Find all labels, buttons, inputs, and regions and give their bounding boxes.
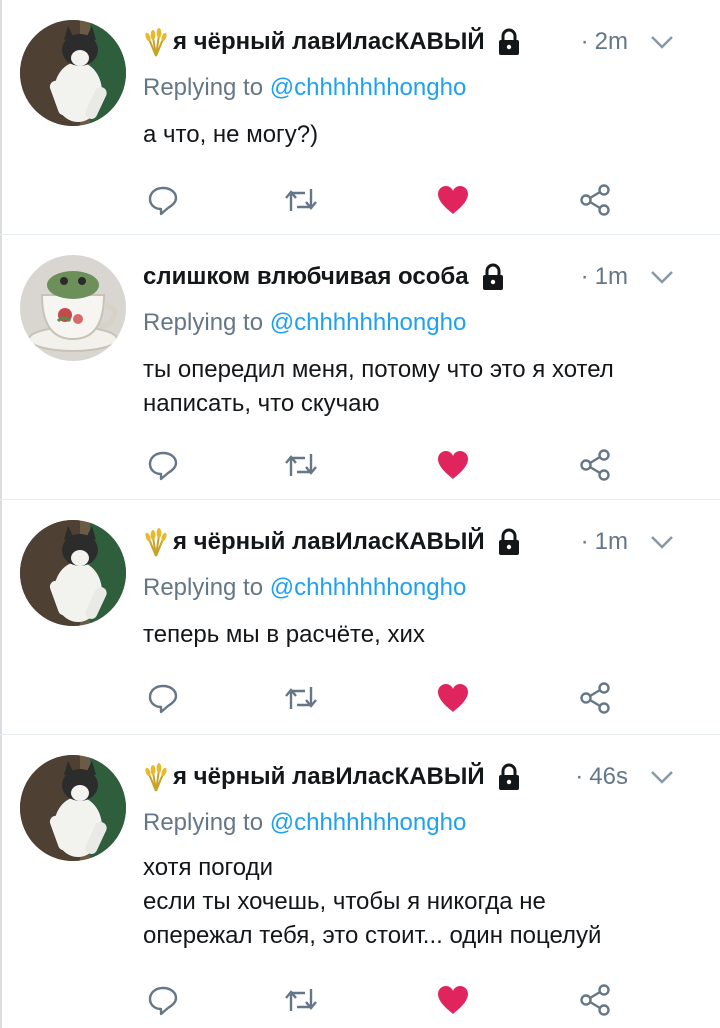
tweet-text-line: а что, не могу?) xyxy=(143,121,319,148)
replying-to-label: Replying to xyxy=(143,309,264,336)
tweet-text: хотя погоди если ты хочешь, чтобы я нико… xyxy=(143,851,690,953)
chevron-down-icon[interactable] xyxy=(648,767,676,787)
tweet-text-line: теперь мы в расчёте, хих xyxy=(143,621,425,648)
replying-to: Replying to @chhhhhhhongho xyxy=(143,574,466,602)
tweet-header: я чёрный лавИласКАВЫЙ · 1m xyxy=(143,522,704,562)
reply-handle-link[interactable]: @chhhhhhhongho xyxy=(270,809,467,836)
reply-icon xyxy=(148,186,178,216)
reply-button[interactable] xyxy=(143,678,183,718)
retweet-icon xyxy=(285,687,317,709)
share-icon xyxy=(580,184,610,216)
tweet-text-line: написать, что скучаю xyxy=(143,390,380,417)
replying-to-label: Replying to xyxy=(143,574,264,601)
lock-icon xyxy=(495,763,523,791)
lock-icon xyxy=(479,263,507,291)
retweet-icon xyxy=(285,454,317,476)
replying-to-label: Replying to xyxy=(143,809,264,836)
timestamp[interactable]: · 2m xyxy=(581,28,628,56)
tweet-text-line: хотя погоди xyxy=(143,854,274,881)
tweet-3[interactable]: я чёрный лавИласКАВЫЙ · 1m Replying to @c… xyxy=(0,500,720,735)
heart-icon xyxy=(438,986,468,1014)
tweet-text-line: если ты хочешь, чтобы я никогда не xyxy=(143,888,546,915)
sheaf-of-rice-icon xyxy=(143,27,169,57)
tweet-actions xyxy=(143,980,623,1020)
avatar[interactable] xyxy=(20,520,126,626)
display-name[interactable]: я чёрный лавИласКАВЫЙ xyxy=(173,528,485,556)
time-separator: · xyxy=(575,763,584,790)
share-icon xyxy=(580,984,610,1016)
retweet-button[interactable] xyxy=(281,445,321,485)
share-button[interactable] xyxy=(575,980,615,1020)
replying-to: Replying to @chhhhhhhongho xyxy=(143,809,466,837)
timestamp[interactable]: · 46s xyxy=(575,763,628,791)
lock-icon xyxy=(495,528,523,556)
time-separator: · xyxy=(580,528,589,555)
avatar[interactable] xyxy=(20,755,126,861)
retweet-button[interactable] xyxy=(281,180,321,220)
tweet-header: слишком влюбчивая особа · 1m xyxy=(143,257,704,297)
reply-icon xyxy=(148,451,178,481)
timestamp[interactable]: · 1m xyxy=(581,263,628,291)
replying-to: Replying to @chhhhhhhongho xyxy=(143,309,466,337)
share-button[interactable] xyxy=(575,678,615,718)
tweet-1[interactable]: я чёрный лавИласКАВЫЙ · 2m Replying to @c… xyxy=(0,0,720,235)
share-icon xyxy=(580,682,610,714)
like-button[interactable] xyxy=(433,180,473,220)
time-separator: · xyxy=(580,28,589,55)
tweet-header: я чёрный лавИласКАВЫЙ · 46s xyxy=(143,757,704,797)
retweet-button[interactable] xyxy=(281,678,321,718)
sheaf-of-rice-icon xyxy=(143,527,169,557)
retweet-button[interactable] xyxy=(281,980,321,1020)
time-separator: · xyxy=(580,263,589,290)
tweet-actions xyxy=(143,445,623,485)
display-name[interactable]: я чёрный лавИласКАВЫЙ xyxy=(173,763,485,791)
reply-icon xyxy=(148,986,178,1016)
tweet-header: я чёрный лавИласКАВЫЙ · 2m xyxy=(143,22,704,62)
lock-icon xyxy=(495,28,523,56)
retweet-icon xyxy=(285,989,317,1011)
retweet-icon xyxy=(285,189,317,211)
reply-button[interactable] xyxy=(143,180,183,220)
like-button[interactable] xyxy=(433,980,473,1020)
tweet-4[interactable]: я чёрный лавИласКАВЫЙ · 46s Replying to @… xyxy=(0,735,720,1028)
time-value: 1m xyxy=(594,528,628,555)
heart-icon xyxy=(438,451,468,479)
avatar[interactable] xyxy=(20,255,126,361)
share-button[interactable] xyxy=(575,180,615,220)
heart-icon xyxy=(438,186,468,214)
display-name[interactable]: я чёрный лавИласКАВЫЙ xyxy=(173,28,485,56)
like-button[interactable] xyxy=(433,678,473,718)
chevron-down-icon[interactable] xyxy=(648,532,676,552)
heart-icon xyxy=(438,684,468,712)
chevron-down-icon[interactable] xyxy=(648,32,676,52)
time-value: 1m xyxy=(594,263,628,290)
tweet-text: теперь мы в расчёте, хих xyxy=(143,618,690,652)
time-value: 46s xyxy=(589,763,628,790)
reply-handle-link[interactable]: @chhhhhhhongho xyxy=(270,574,467,601)
reply-button[interactable] xyxy=(143,445,183,485)
reply-button[interactable] xyxy=(143,980,183,1020)
replying-to: Replying to @chhhhhhhongho xyxy=(143,74,466,102)
tweet-text: ты опередил меня, потому что это я хотел… xyxy=(143,353,690,421)
display-name[interactable]: слишком влюбчивая особа xyxy=(143,263,469,291)
chevron-down-icon[interactable] xyxy=(648,267,676,287)
reply-icon xyxy=(148,684,178,714)
tweet-text: а что, не могу?) xyxy=(143,118,690,152)
like-button[interactable] xyxy=(433,445,473,485)
tweet-2[interactable]: слишком влюбчивая особа · 1m Replying to … xyxy=(0,235,720,500)
share-icon xyxy=(580,449,610,481)
tweet-actions xyxy=(143,678,623,718)
reply-handle-link[interactable]: @chhhhhhhongho xyxy=(270,74,467,101)
timestamp[interactable]: · 1m xyxy=(581,528,628,556)
time-value: 2m xyxy=(594,28,628,55)
sheaf-of-rice-icon xyxy=(143,762,169,792)
tweet-actions xyxy=(143,180,623,220)
replying-to-label: Replying to xyxy=(143,74,264,101)
tweet-text-line: опережал тебя, это стоит... один поцелуй xyxy=(143,922,602,949)
avatar[interactable] xyxy=(20,20,126,126)
reply-handle-link[interactable]: @chhhhhhhongho xyxy=(270,309,467,336)
tweet-text-line: ты опередил меня, потому что это я хотел xyxy=(143,356,614,383)
share-button[interactable] xyxy=(575,445,615,485)
